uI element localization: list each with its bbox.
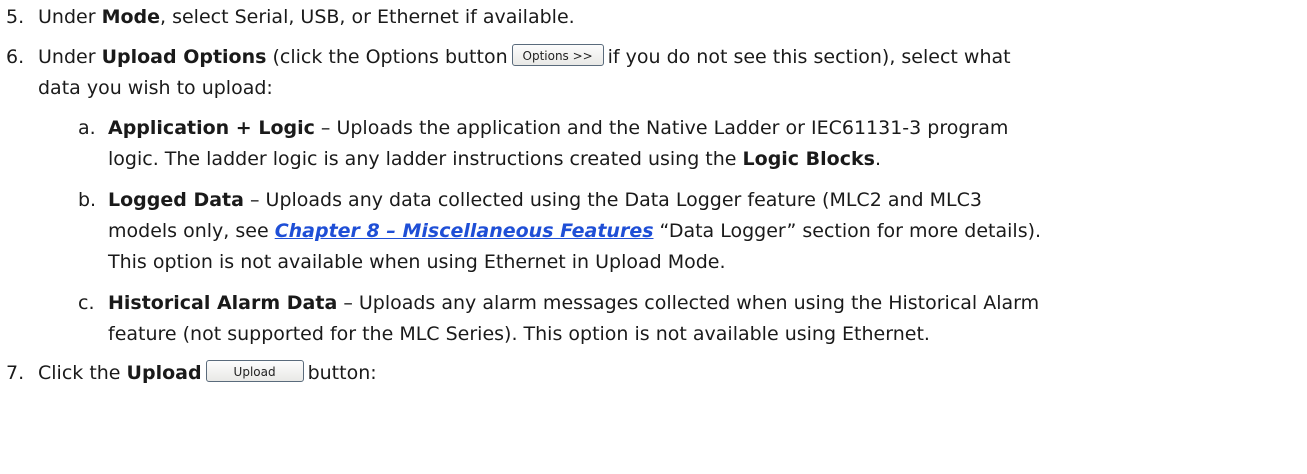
step-6-number: 6. bbox=[6, 46, 25, 68]
item-c-text-cont: feature (not supported for the MLC Serie… bbox=[108, 323, 930, 345]
item-b-text-cont-2: This option is not available when using … bbox=[108, 251, 726, 273]
logged-data-term: Logged Data bbox=[108, 189, 244, 211]
item-c-letter: c. bbox=[78, 292, 95, 314]
document-page: 5. Under Mode, select Serial, USB, or Et… bbox=[0, 0, 1307, 474]
upload-term: Upload bbox=[126, 362, 202, 384]
step-5-number: 5. bbox=[6, 6, 25, 28]
item-a-text-cont: logic. The ladder logic is any ladder in… bbox=[108, 148, 881, 170]
item-a-letter: a. bbox=[78, 117, 96, 139]
item-b-text-cont: models only, see Chapter 8 – Miscellaneo… bbox=[108, 220, 1042, 242]
upload-button[interactable]: Upload bbox=[205, 359, 304, 382]
chapter-8-link[interactable]: Chapter 8 – Miscellaneous Features bbox=[275, 220, 654, 242]
step-6-text: Under Upload Options (click the Options … bbox=[38, 43, 1011, 69]
step-7-text: Click the Upload Upload button: bbox=[38, 359, 377, 385]
item-b-text: Logged Data – Uploads any data collected… bbox=[108, 189, 982, 211]
application-logic-term: Application + Logic bbox=[108, 117, 315, 139]
upload-options-term: Upload Options bbox=[101, 46, 267, 68]
logic-blocks-term: Logic Blocks bbox=[742, 148, 875, 170]
item-b-letter: b. bbox=[78, 189, 97, 211]
item-c-text: Historical Alarm Data – Uploads any alar… bbox=[108, 292, 1040, 314]
step-7-number: 7. bbox=[6, 362, 25, 384]
mode-term: Mode bbox=[101, 6, 161, 28]
step-5-text: Under Mode, select Serial, USB, or Ether… bbox=[38, 6, 575, 28]
step-6-text-cont: data you wish to upload: bbox=[38, 77, 273, 99]
historical-alarm-term: Historical Alarm Data bbox=[108, 292, 338, 314]
options-button[interactable]: Options >> bbox=[511, 43, 604, 66]
item-a-text: Application + Logic – Uploads the applic… bbox=[108, 117, 1009, 139]
